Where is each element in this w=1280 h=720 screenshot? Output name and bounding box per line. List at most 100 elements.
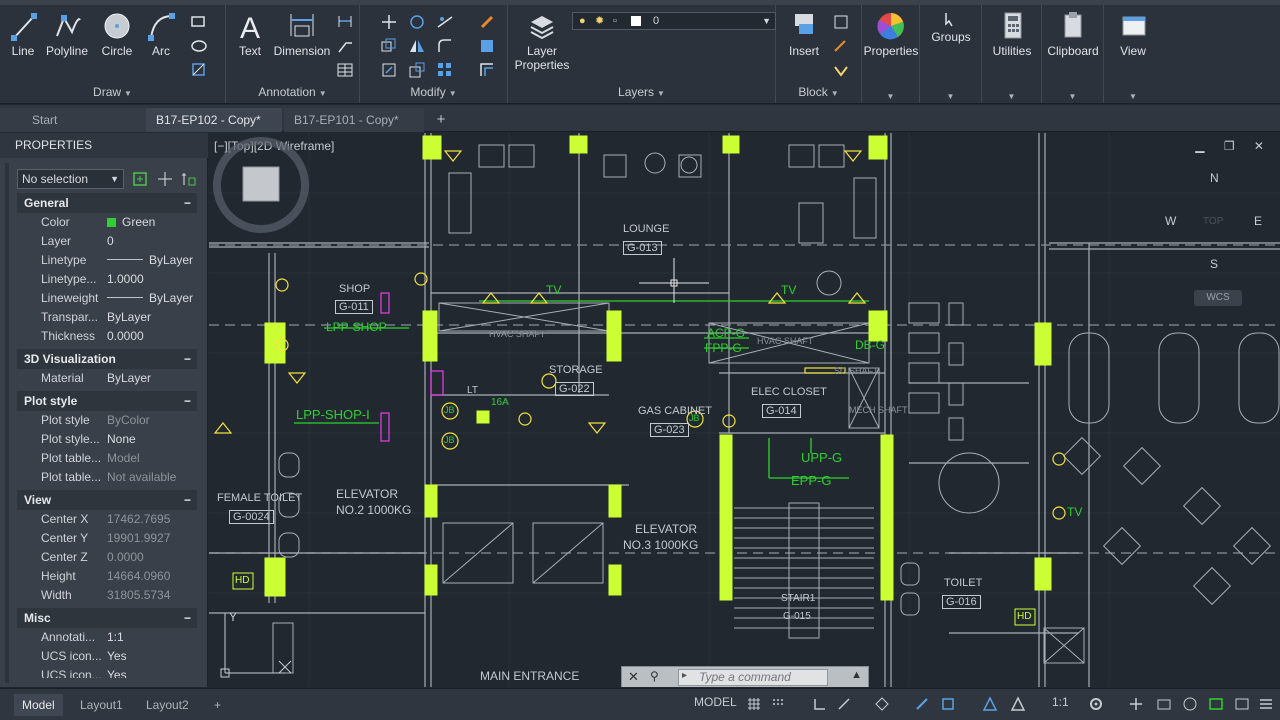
viewcube-north[interactable]: N — [1210, 171, 1219, 185]
layer-dropdown[interactable]: ● ✹ ▫ 0 ▼ — [572, 12, 776, 30]
snap-icon[interactable] — [770, 696, 786, 712]
prop-row-center-y[interactable]: Center Y 19901.9927 — [17, 529, 197, 548]
trim-icon[interactable] — [436, 13, 454, 31]
prop-row-center-z[interactable]: Center Z 0.0000 — [17, 548, 197, 567]
copy-icon[interactable] — [380, 37, 398, 55]
viewcube-east[interactable]: E — [1254, 214, 1262, 228]
close-icon[interactable]: ✕ — [628, 669, 639, 685]
layers-panel-label[interactable]: Layers ▼ — [508, 84, 775, 100]
chevron-down-icon[interactable]: ▼ — [1042, 92, 1103, 101]
prop-row-annotation-scale[interactable]: Annotati... 1:1 — [17, 628, 197, 647]
customize-icon[interactable]: ⚲ — [650, 669, 659, 683]
section-plot-style[interactable]: Plot style − — [17, 391, 197, 411]
section-general[interactable]: General − — [17, 193, 197, 213]
rotate-icon[interactable] — [408, 13, 426, 31]
plus-icon[interactable] — [1128, 696, 1144, 712]
viewcube-west[interactable]: W — [1165, 214, 1176, 228]
stretch-icon[interactable] — [380, 61, 398, 79]
prop-row-linetype-scale[interactable]: Linetype... 1.0000 — [17, 270, 197, 289]
tab-b17-ep102[interactable]: B17-EP102 - Copy* — [146, 108, 282, 132]
clean-screen-icon[interactable] — [1182, 696, 1198, 712]
gear-icon[interactable] — [1088, 696, 1104, 712]
view-button[interactable]: View — [1104, 10, 1162, 58]
erase-icon[interactable] — [478, 13, 496, 31]
block-panel-label[interactable]: Block ▼ — [776, 84, 861, 100]
circle-button[interactable]: Circle — [98, 10, 136, 58]
prop-row-ucs-icon-on[interactable]: UCS icon... Yes — [17, 647, 197, 666]
prop-row-layer[interactable]: Layer 0 — [17, 232, 197, 251]
hatch-icon[interactable] — [190, 37, 208, 55]
auto-scale-icon[interactable] — [1010, 696, 1026, 712]
command-input[interactable]: Type a command — [678, 669, 828, 686]
array-icon[interactable] — [436, 61, 454, 79]
wcs-menu[interactable]: WCS — [1194, 290, 1242, 306]
section-misc[interactable]: Misc − — [17, 608, 197, 628]
toggle-pickadd-icon[interactable] — [131, 170, 149, 188]
viewcube-top-face[interactable]: TOP — [1203, 216, 1223, 227]
prop-row-width[interactable]: Width 31805.5734 — [17, 586, 197, 605]
leader-icon[interactable] — [336, 37, 354, 55]
mirror-icon[interactable] — [408, 37, 426, 55]
arc-button[interactable]: Arc — [146, 10, 176, 58]
chevron-down-icon[interactable]: ▼ — [1104, 92, 1162, 101]
prop-row-lineweight[interactable]: Lineweight ByLayer — [17, 289, 197, 308]
prop-row-material[interactable]: Material ByLayer — [17, 369, 197, 388]
prop-row-thickness[interactable]: Thickness 0.0000 — [17, 327, 197, 346]
clipboard-button[interactable]: Clipboard — [1042, 10, 1104, 58]
offset-icon[interactable] — [478, 61, 496, 79]
section-3d-visualization[interactable]: 3D Visualization − — [17, 349, 197, 369]
grid-icon[interactable] — [746, 696, 762, 712]
tab-b17-ep101[interactable]: B17-EP101 - Copy* — [284, 108, 424, 132]
draw-panel-label[interactable]: Draw ▼ — [0, 84, 225, 100]
layer-properties-button[interactable]: Layer Properties — [514, 10, 570, 72]
linear-dim-icon[interactable] — [336, 13, 354, 31]
move-icon[interactable] — [380, 13, 398, 31]
table-icon[interactable] — [336, 61, 354, 79]
prop-row-height[interactable]: Height 14664.0960 — [17, 567, 197, 586]
prop-row-plot-style-table[interactable]: Plot style... None — [17, 430, 197, 449]
select-objects-icon[interactable] — [156, 170, 174, 188]
text-button[interactable]: A Text — [232, 10, 268, 58]
dimension-button[interactable]: Dimension — [272, 10, 332, 58]
new-tab-button[interactable]: + — [428, 108, 454, 132]
block-attribute-icon[interactable] — [832, 61, 850, 79]
rectangle-icon[interactable] — [190, 13, 208, 31]
chevron-down-icon[interactable]: ▼ — [982, 92, 1041, 101]
scale-icon[interactable] — [408, 61, 426, 79]
drawing-canvas[interactable]: Y LOUNGE G-013 SHOP G-011 LPP-SHOP LPP-S… — [209, 133, 1280, 687]
isodraft-icon[interactable] — [874, 696, 890, 712]
tab-model[interactable]: Model — [14, 694, 63, 716]
tab-start[interactable]: Start — [0, 108, 146, 132]
prop-row-center-x[interactable]: Center X 17462.7695 — [17, 510, 197, 529]
create-block-icon[interactable] — [832, 13, 850, 31]
prop-row-ucs-icon-origin[interactable]: UCS icon... Yes — [17, 666, 197, 678]
viewport-window-controls[interactable]: ▁ ❐ ✕ — [1195, 139, 1272, 153]
object-snap-tracking-icon[interactable] — [914, 696, 930, 712]
viewcube[interactable] — [209, 133, 313, 237]
new-layout-button[interactable]: + — [206, 694, 229, 716]
modify-panel-label[interactable]: Modify ▼ — [360, 84, 507, 100]
polyline-button[interactable]: Polyline — [42, 10, 92, 58]
palette-scrollbar[interactable] — [5, 163, 9, 683]
section-view[interactable]: View − — [17, 490, 197, 510]
tab-layout1[interactable]: Layout1 — [72, 694, 131, 716]
fillet-icon[interactable] — [436, 37, 454, 55]
insert-button[interactable]: Insert — [784, 10, 824, 58]
prop-row-linetype[interactable]: Linetype ByLayer — [17, 251, 197, 270]
annotation-panel-label[interactable]: Annotation ▼ — [226, 84, 359, 100]
annotation-scale-dropdown[interactable]: 1:1 — [1052, 695, 1069, 709]
line-button[interactable]: Line — [6, 10, 40, 58]
chevron-up-icon[interactable]: ▲ — [851, 669, 862, 681]
annotation-visibility-icon[interactable] — [982, 696, 998, 712]
gradient-icon[interactable] — [190, 61, 208, 79]
object-snap-icon[interactable] — [940, 696, 956, 712]
isolate-objects-icon[interactable] — [1156, 696, 1172, 712]
prop-row-transparency[interactable]: Transpar... ByLayer — [17, 308, 197, 327]
edit-block-icon[interactable] — [832, 37, 850, 55]
polar-icon[interactable] — [836, 696, 852, 712]
chevron-down-icon[interactable]: ▼ — [862, 92, 919, 101]
tab-layout2[interactable]: Layout2 — [138, 694, 197, 716]
groups-button[interactable]: Groups — [920, 10, 982, 44]
properties-button[interactable]: Properties — [862, 10, 920, 58]
hardware-acceleration-icon[interactable] — [1208, 696, 1224, 712]
